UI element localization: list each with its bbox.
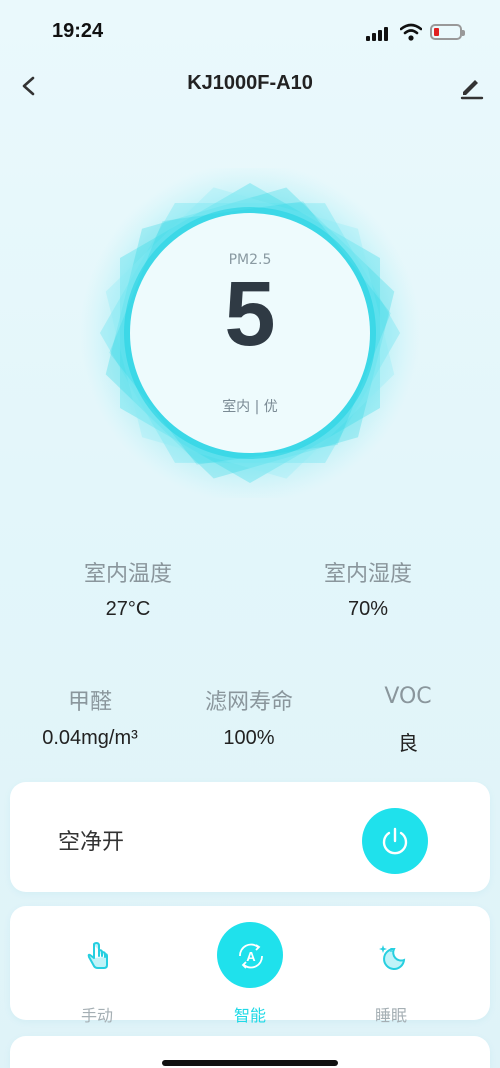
pm25-value: 5 xyxy=(224,263,276,365)
filter-life-label: 滤网寿命 xyxy=(204,690,293,715)
signal-bars-icon xyxy=(366,26,392,45)
indoor-humidity-value: 70% xyxy=(347,598,389,620)
svg-text:A: A xyxy=(246,949,256,964)
status-time: 19:24 xyxy=(52,20,104,42)
indoor-temperature-label: 室内温度 xyxy=(83,562,172,587)
home-indicator xyxy=(162,1060,338,1066)
mode-manual-button[interactable]: 手动 xyxy=(52,922,142,1025)
mode-smart-icon-wrap: A xyxy=(217,922,283,988)
moon-sleep-icon: z xyxy=(379,945,406,970)
navigation-bar: KJ1000F-A10 xyxy=(0,64,500,108)
mode-sleep-button[interactable]: z 睡眠 xyxy=(346,922,436,1025)
edit-button[interactable] xyxy=(456,70,486,102)
filter-life-value: 100% xyxy=(223,727,275,749)
power-icon xyxy=(382,827,408,855)
voc-label: VOC xyxy=(384,684,432,709)
mode-selector-card: 手动 A 智能 z 睡眠 xyxy=(10,906,490,1025)
power-label: 空净开 xyxy=(58,830,125,855)
mode-manual-icon-wrap xyxy=(64,922,130,988)
hand-pointer-icon xyxy=(87,942,108,969)
wifi-icon xyxy=(399,23,423,45)
status-bar: 19:24 xyxy=(0,0,500,66)
voc-value: 良 xyxy=(398,733,418,755)
formaldehyde-label: 甲醛 xyxy=(67,690,112,715)
pencil-icon xyxy=(460,80,484,100)
mode-smart-button[interactable]: A 智能 xyxy=(205,922,295,1025)
mode-manual-label: 手动 xyxy=(80,1006,113,1025)
indoor-temperature-value: 27°C xyxy=(105,598,151,620)
air-quality-status: 室内 | 优 xyxy=(222,399,278,415)
pm25-gauge: PM2.5 5 室内 | 优 xyxy=(75,168,425,498)
formaldehyde-value: 0.04mg/m³ xyxy=(42,727,138,749)
battery-low-icon xyxy=(430,24,465,40)
svg-text:z: z xyxy=(390,947,394,954)
page-title: KJ1000F-A10 xyxy=(187,72,313,94)
mode-sleep-label: 睡眠 xyxy=(374,1006,407,1025)
power-button[interactable] xyxy=(362,808,428,874)
power-card: 空净开 xyxy=(10,782,490,892)
indoor-humidity-label: 室内湿度 xyxy=(323,562,412,587)
auto-mode-icon: A xyxy=(239,943,263,969)
mode-sleep-icon-wrap: z xyxy=(358,922,424,988)
mode-smart-label: 智能 xyxy=(233,1006,266,1025)
